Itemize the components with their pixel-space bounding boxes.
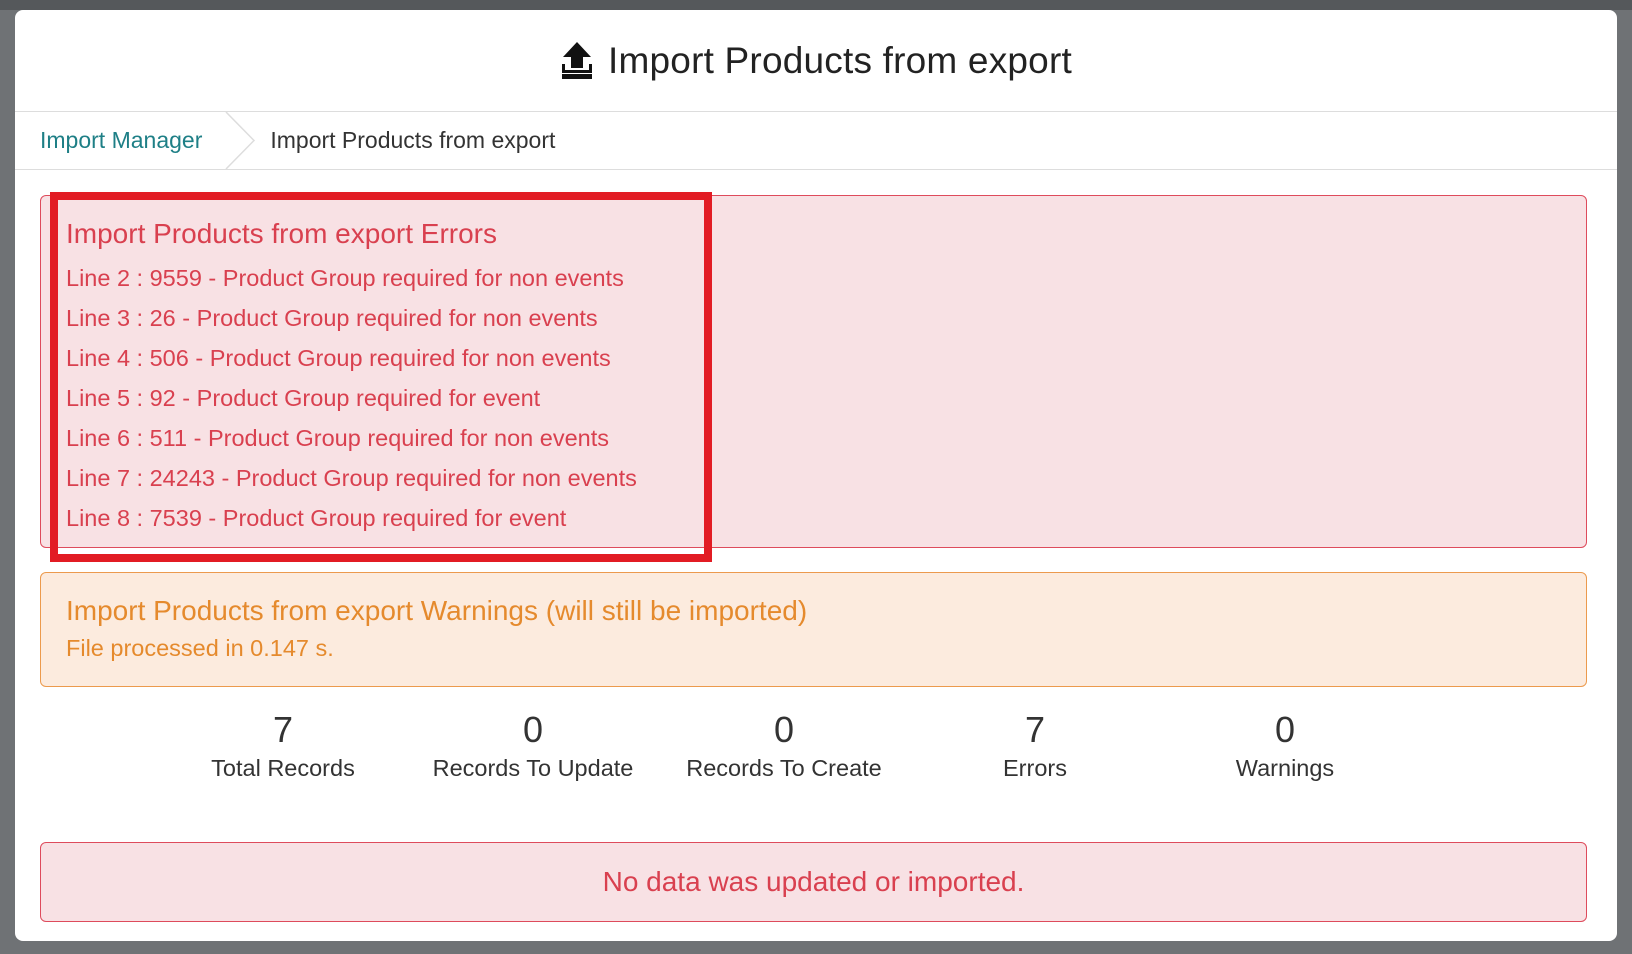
no-data-message: No data was updated or imported. <box>602 866 1025 897</box>
errors-title: Import Products from export Errors <box>66 218 498 249</box>
backdrop <box>0 0 1632 10</box>
no-data-alert: No data was updated or imported. <box>40 842 1587 922</box>
error-item: Line 8 : 7539 - Product Group required f… <box>66 505 567 531</box>
stat-records-to-create: 0 Records To Create <box>654 707 914 782</box>
breadcrumb-current: Import Products from export <box>270 127 556 153</box>
processing-time: File processed in 0.147 s. <box>66 635 334 661</box>
dialog-header: Import Products from export <box>15 10 1617 112</box>
error-item: Line 4 : 506 - Product Group required fo… <box>66 345 611 371</box>
breadcrumb-import-manager[interactable]: Import Manager <box>15 112 202 169</box>
stat-value: 7 <box>1024 709 1046 750</box>
upload-icon <box>562 41 593 79</box>
errors-list: Line 2 : 9559 - Product Group required f… <box>66 258 637 538</box>
warnings-title: Import Products from export Warnings (wi… <box>66 595 808 626</box>
stat-records-to-update: 0 Records To Update <box>403 707 663 782</box>
stat-label: Records To Create <box>686 755 882 781</box>
stat-value: 0 <box>1274 709 1296 750</box>
error-item: Line 5 : 92 - Product Group required for… <box>66 385 541 411</box>
stat-errors: 7 Errors <box>905 707 1165 782</box>
page-title: Import Products from export <box>608 39 1072 81</box>
error-item: Line 6 : 511 - Product Group required fo… <box>66 425 610 451</box>
errors-alert: Import Products from export Errors Line … <box>40 195 1587 548</box>
stat-value: 7 <box>272 709 294 750</box>
stat-warnings: 0 Warnings <box>1155 707 1415 782</box>
breadcrumb: Import Manager Import Products from expo… <box>15 112 1617 170</box>
import-stats: 7 Total Records 0 Records To Update 0 Re… <box>15 707 1617 807</box>
error-item: Line 7 : 24243 - Product Group required … <box>66 465 637 491</box>
stat-value: 0 <box>773 709 795 750</box>
breadcrumb-chevron-icon <box>225 112 256 169</box>
stat-label: Records To Update <box>432 755 634 781</box>
stat-label: Warnings <box>1235 755 1335 781</box>
error-item: Line 3 : 26 - Product Group required for… <box>66 305 598 331</box>
error-item: Line 2 : 9559 - Product Group required f… <box>66 265 624 291</box>
stat-label: Errors <box>1003 755 1067 781</box>
stat-total-records: 7 Total Records <box>153 707 413 782</box>
stat-value: 0 <box>522 709 544 750</box>
warnings-alert: Import Products from export Warnings (wi… <box>40 572 1587 687</box>
stat-label: Total Records <box>211 755 355 781</box>
import-dialog: Import Products from export Import Manag… <box>15 10 1617 941</box>
